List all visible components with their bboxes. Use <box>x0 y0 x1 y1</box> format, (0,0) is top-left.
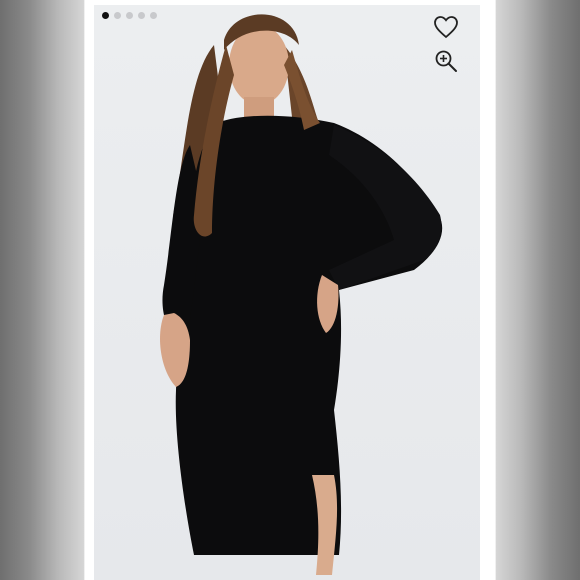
neck <box>244 97 274 119</box>
zoom-button[interactable] <box>432 47 460 75</box>
carousel-dot-4[interactable] <box>138 12 145 19</box>
carousel-dot-2[interactable] <box>114 12 121 19</box>
listing-photo-frame <box>0 0 580 580</box>
favorite-button[interactable] <box>432 13 460 41</box>
carousel-indicators[interactable] <box>102 12 157 19</box>
carousel-dot-3[interactable] <box>126 12 133 19</box>
heart-icon <box>434 16 458 39</box>
zoom-in-icon <box>435 50 457 72</box>
carousel-dot-5[interactable] <box>150 12 157 19</box>
product-photo <box>160 14 443 575</box>
carousel-dot-1[interactable] <box>102 12 109 19</box>
product-image-viewer[interactable] <box>94 5 480 580</box>
